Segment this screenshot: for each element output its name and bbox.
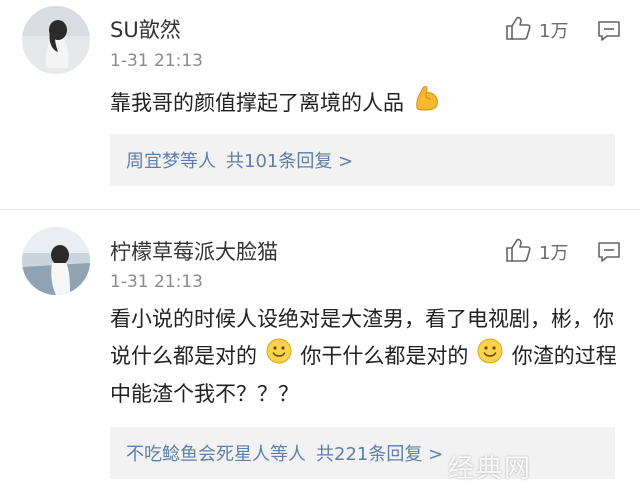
thumbs-up-icon bbox=[505, 16, 531, 44]
comment-item: 柠檬草莓派大脸猫 1-31 21:13 1万 看小说的时候人设绝对是大渣男，看了… bbox=[0, 211, 640, 494]
comment-text: 看小说的时候人设绝对是大渣男，看了电视剧，彬，你说什么都是对的 你干什么都是对的… bbox=[110, 301, 620, 413]
watermark: 经典网 bbox=[448, 454, 533, 484]
replies-by: 周宜梦等人 bbox=[126, 151, 216, 172]
thumbs-up-icon bbox=[505, 238, 531, 266]
username[interactable]: 柠檬草莓派大脸猫 bbox=[110, 236, 278, 266]
avatar[interactable] bbox=[22, 6, 90, 74]
like-button[interactable]: 1万 bbox=[505, 238, 568, 266]
replies-by: 不吃鲶鱼会死星人等人 bbox=[126, 444, 306, 465]
timestamp: 1-31 21:13 bbox=[110, 51, 203, 71]
comment-text: 靠我哥的颜值撑起了离境的人品 bbox=[110, 84, 620, 124]
reply-bubble-icon[interactable] bbox=[597, 241, 621, 267]
replies-count: 共101条回复 > bbox=[226, 151, 354, 172]
divider bbox=[0, 209, 640, 210]
like-button[interactable]: 1万 bbox=[505, 16, 568, 44]
smiley-emoji bbox=[266, 338, 292, 376]
smiley-emoji bbox=[477, 338, 503, 376]
like-count: 1万 bbox=[539, 243, 569, 264]
replies-link[interactable]: 周宜梦等人 共101条回复 > bbox=[110, 134, 615, 186]
comment-text-content: 靠我哥的颜值撑起了离境的人品 bbox=[110, 91, 404, 115]
replies-link[interactable]: 不吃鲶鱼会死星人等人 共221条回复 > bbox=[110, 427, 615, 479]
replies-count: 共221条回复 > bbox=[316, 444, 444, 465]
comment-text-part2: 你干什么都是对的 bbox=[300, 344, 469, 368]
username[interactable]: SU歆然 bbox=[110, 14, 181, 44]
reply-bubble-icon[interactable] bbox=[597, 20, 621, 46]
flexed-biceps-emoji bbox=[413, 84, 441, 124]
avatar[interactable] bbox=[22, 227, 90, 295]
timestamp: 1-31 21:13 bbox=[110, 272, 203, 292]
like-count: 1万 bbox=[539, 21, 569, 42]
comment-item: SU歆然 1-31 21:13 1万 靠我哥的颜值撑起了离境的人品 周宜梦等人 … bbox=[0, 0, 640, 210]
